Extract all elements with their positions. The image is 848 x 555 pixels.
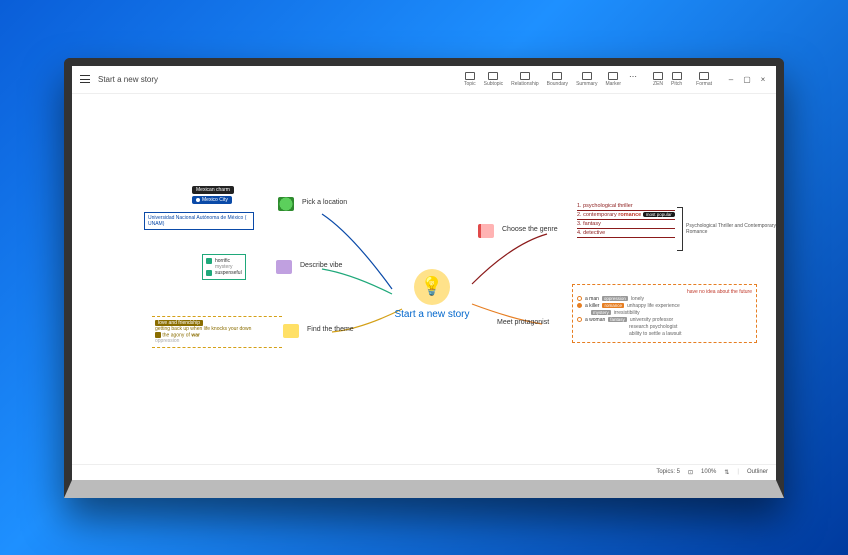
toolbar-subtopic[interactable]: Subtopic [484, 72, 503, 87]
note-icon [283, 324, 299, 338]
central-title: Start a new story [382, 309, 482, 320]
protagonist-killer[interactable]: a killer romance unhappy life experience [577, 303, 752, 309]
toolbar-format[interactable]: Format [696, 72, 712, 87]
mindmap-canvas[interactable]: 💡 Start a new story Pick a location Mexi… [72, 94, 776, 464]
most-popular-tag: most popular [643, 212, 675, 217]
idea-icon: 💡 [414, 269, 450, 305]
theme-sub: oppression [155, 338, 279, 344]
protagonist-man[interactable]: a man oppression lonely [577, 296, 752, 302]
zoom-stepper-icon[interactable]: ⇅ [724, 469, 729, 476]
genre-list: 1. psychological thriller 2. contemporar… [577, 202, 675, 238]
vibe-suspenseful[interactable]: suspenseful [206, 270, 242, 276]
minimize-button[interactable]: – [726, 74, 736, 84]
genre-item-3[interactable]: 3. fantasy [577, 220, 675, 229]
find-theme-label: Find the theme [307, 326, 354, 333]
topic-icon [465, 72, 475, 80]
toolbar-right-group: ZEN Pitch [653, 72, 682, 87]
summary-icon [582, 72, 592, 80]
bracket-icon [677, 207, 683, 251]
more-icon: ⋯ [629, 72, 639, 80]
vibe-list: horrific mystery suspenseful [202, 254, 246, 280]
toolbar-topic[interactable]: Topic [464, 72, 476, 87]
describe-vibe-label: Describe vibe [300, 262, 342, 269]
protagonist-woman-trait3: ability to settle a lawsuit [577, 331, 752, 337]
radio-icon [577, 303, 582, 308]
maximize-button[interactable]: ▢ [742, 74, 752, 84]
pick-location-label: Pick a location [302, 199, 347, 206]
protagonist-woman-trait2: research psychologist [577, 324, 752, 330]
pitch-icon [672, 72, 682, 80]
genre-summary-text: Psychological Thriller and Contemporary … [686, 223, 776, 235]
location-detail-group: Mexican charm Mexico City [192, 186, 234, 204]
branch-pick-location[interactable]: Pick a location [302, 199, 347, 206]
check-icon [206, 258, 212, 264]
outliner-button[interactable]: Outliner [747, 469, 768, 475]
genre-item-1[interactable]: 1. psychological thriller [577, 202, 675, 211]
genre-item-2[interactable]: 2. contemporary romance most popular [577, 211, 675, 220]
toolbar-marker[interactable]: Marker [605, 72, 621, 87]
theme-tag[interactable]: love and friendship [155, 320, 203, 326]
relationship-icon [520, 72, 530, 80]
laptop-frame: Start a new story Topic Subtopic Relatio… [64, 58, 784, 498]
mexico-charm-tag[interactable]: Mexican charm [192, 186, 234, 194]
window-title: Start a new story [98, 75, 158, 84]
window-controls: – ▢ × [726, 74, 768, 84]
toolbar-format-group: Format [696, 72, 712, 87]
protagonist-killer-sub: mystery irresistibility [577, 310, 752, 316]
choose-genre-label: Choose the genre [502, 226, 558, 233]
fit-icon[interactable]: ⊡ [688, 469, 693, 476]
toolbar-boundary[interactable]: Boundary [547, 72, 568, 87]
mexico-city-node[interactable]: Mexico City [192, 196, 232, 204]
status-zoom[interactable]: 100% [701, 469, 716, 475]
zen-icon [653, 72, 663, 80]
pencil-icon [276, 260, 292, 274]
branch-choose-genre[interactable]: Choose the genre [502, 226, 558, 233]
subtopic-icon [488, 72, 498, 80]
status-bar: Topics: 5 ⊡ 100% ⇅ | Outliner [72, 464, 776, 480]
toolbar-zen[interactable]: ZEN [653, 72, 663, 87]
check-icon [206, 270, 212, 276]
check-icon [155, 332, 161, 338]
protagonist-note: have no idea about the future [577, 289, 752, 295]
marker-icon [608, 72, 618, 80]
close-button[interactable]: × [758, 74, 768, 84]
book-icon [478, 224, 494, 238]
genre-summary: Psychological Thriller and Contemporary … [677, 207, 776, 251]
central-topic[interactable]: 💡 Start a new story [382, 269, 482, 320]
protagonist-box: have no idea about the future a man oppr… [572, 284, 757, 343]
branch-describe-vibe[interactable]: Describe vibe [300, 262, 342, 269]
radio-icon [577, 296, 582, 301]
format-icon [699, 72, 709, 80]
radio-icon [577, 317, 582, 322]
unam-node[interactable]: Universidad Nacional Autónoma de México … [144, 212, 254, 230]
toolbar: Start a new story Topic Subtopic Relatio… [72, 66, 776, 94]
toolbar-pitch[interactable]: Pitch [671, 72, 682, 87]
branch-find-theme[interactable]: Find the theme [307, 326, 354, 333]
hamburger-icon[interactable] [80, 75, 90, 83]
toolbar-center: Topic Subtopic Relationship Boundary Sum… [464, 72, 639, 87]
toolbar-more[interactable]: ⋯... [629, 72, 639, 87]
theme-detail: love and friendship getting back up when… [152, 316, 282, 348]
branch-meet-protagonist[interactable]: Meet protagonist [497, 319, 549, 326]
globe-icon [278, 197, 294, 211]
meet-protagonist-label: Meet protagonist [497, 319, 549, 326]
boundary-icon [552, 72, 562, 80]
genre-item-4[interactable]: 4. detective [577, 229, 675, 238]
toolbar-relationship[interactable]: Relationship [511, 72, 539, 87]
app-window: Start a new story Topic Subtopic Relatio… [72, 66, 776, 480]
toolbar-summary[interactable]: Summary [576, 72, 597, 87]
protagonist-woman[interactable]: a woman fantasy university professor [577, 317, 752, 323]
status-topics: Topics: 5 [656, 469, 680, 475]
